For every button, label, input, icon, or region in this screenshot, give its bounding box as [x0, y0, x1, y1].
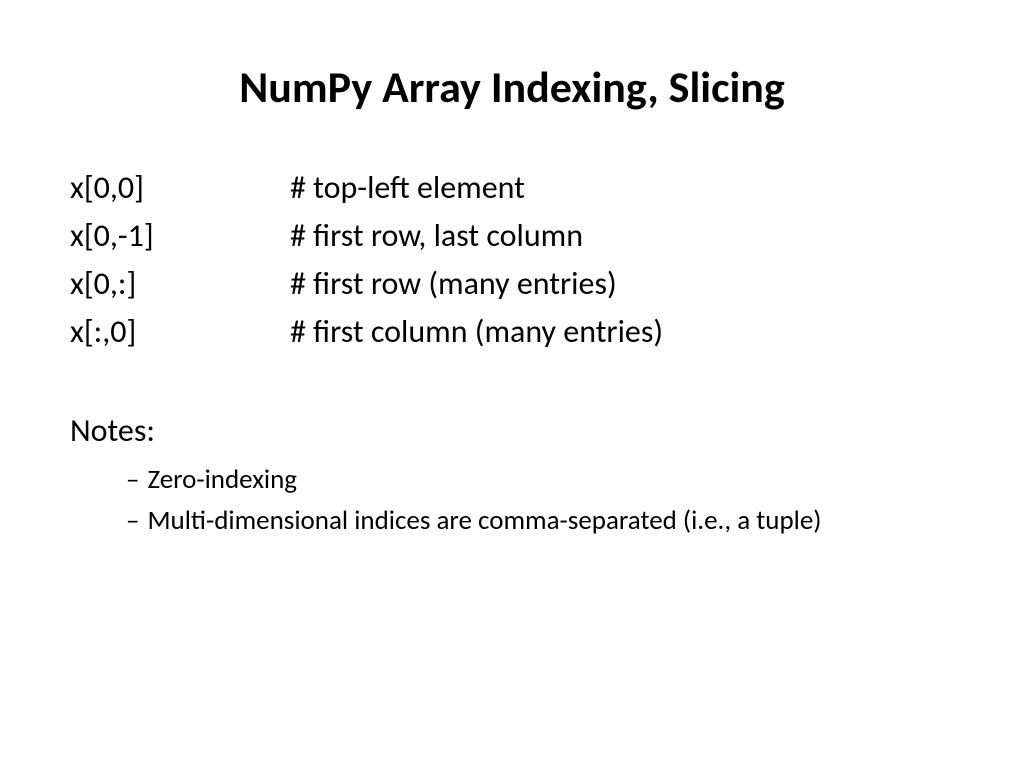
slide-title: NumPy Array Indexing, Slicing: [70, 60, 954, 114]
example-row: x[0,:] # first row (many entries): [70, 260, 954, 308]
example-code: x[:,0]: [70, 308, 290, 356]
example-comment: # first column (many entries): [290, 308, 954, 356]
example-comment: # top-left element: [290, 164, 954, 212]
example-row: x[:,0] # first column (many entries): [70, 308, 954, 356]
notes-heading: Notes:: [70, 411, 954, 450]
example-code: x[0,-1]: [70, 212, 290, 260]
note-item: – Multi-dimensional indices are comma-se…: [126, 503, 954, 538]
bullet-dash-icon: –: [126, 462, 139, 497]
note-text: Multi-dimensional indices are comma-sepa…: [147, 503, 954, 538]
note-text: Zero-indexing: [147, 462, 954, 497]
example-comment: # first row, last column: [290, 212, 954, 260]
bullet-dash-icon: –: [126, 503, 139, 538]
note-item: – Zero-indexing: [126, 462, 954, 497]
examples-block: x[0,0] # top-left element x[0,-1] # firs…: [70, 164, 954, 356]
example-row: x[0,0] # top-left element: [70, 164, 954, 212]
example-row: x[0,-1] # first row, last column: [70, 212, 954, 260]
example-comment: # first row (many entries): [290, 260, 954, 308]
example-code: x[0,0]: [70, 164, 290, 212]
notes-list: – Zero-indexing – Multi-dimensional indi…: [70, 462, 954, 538]
example-code: x[0,:]: [70, 260, 290, 308]
